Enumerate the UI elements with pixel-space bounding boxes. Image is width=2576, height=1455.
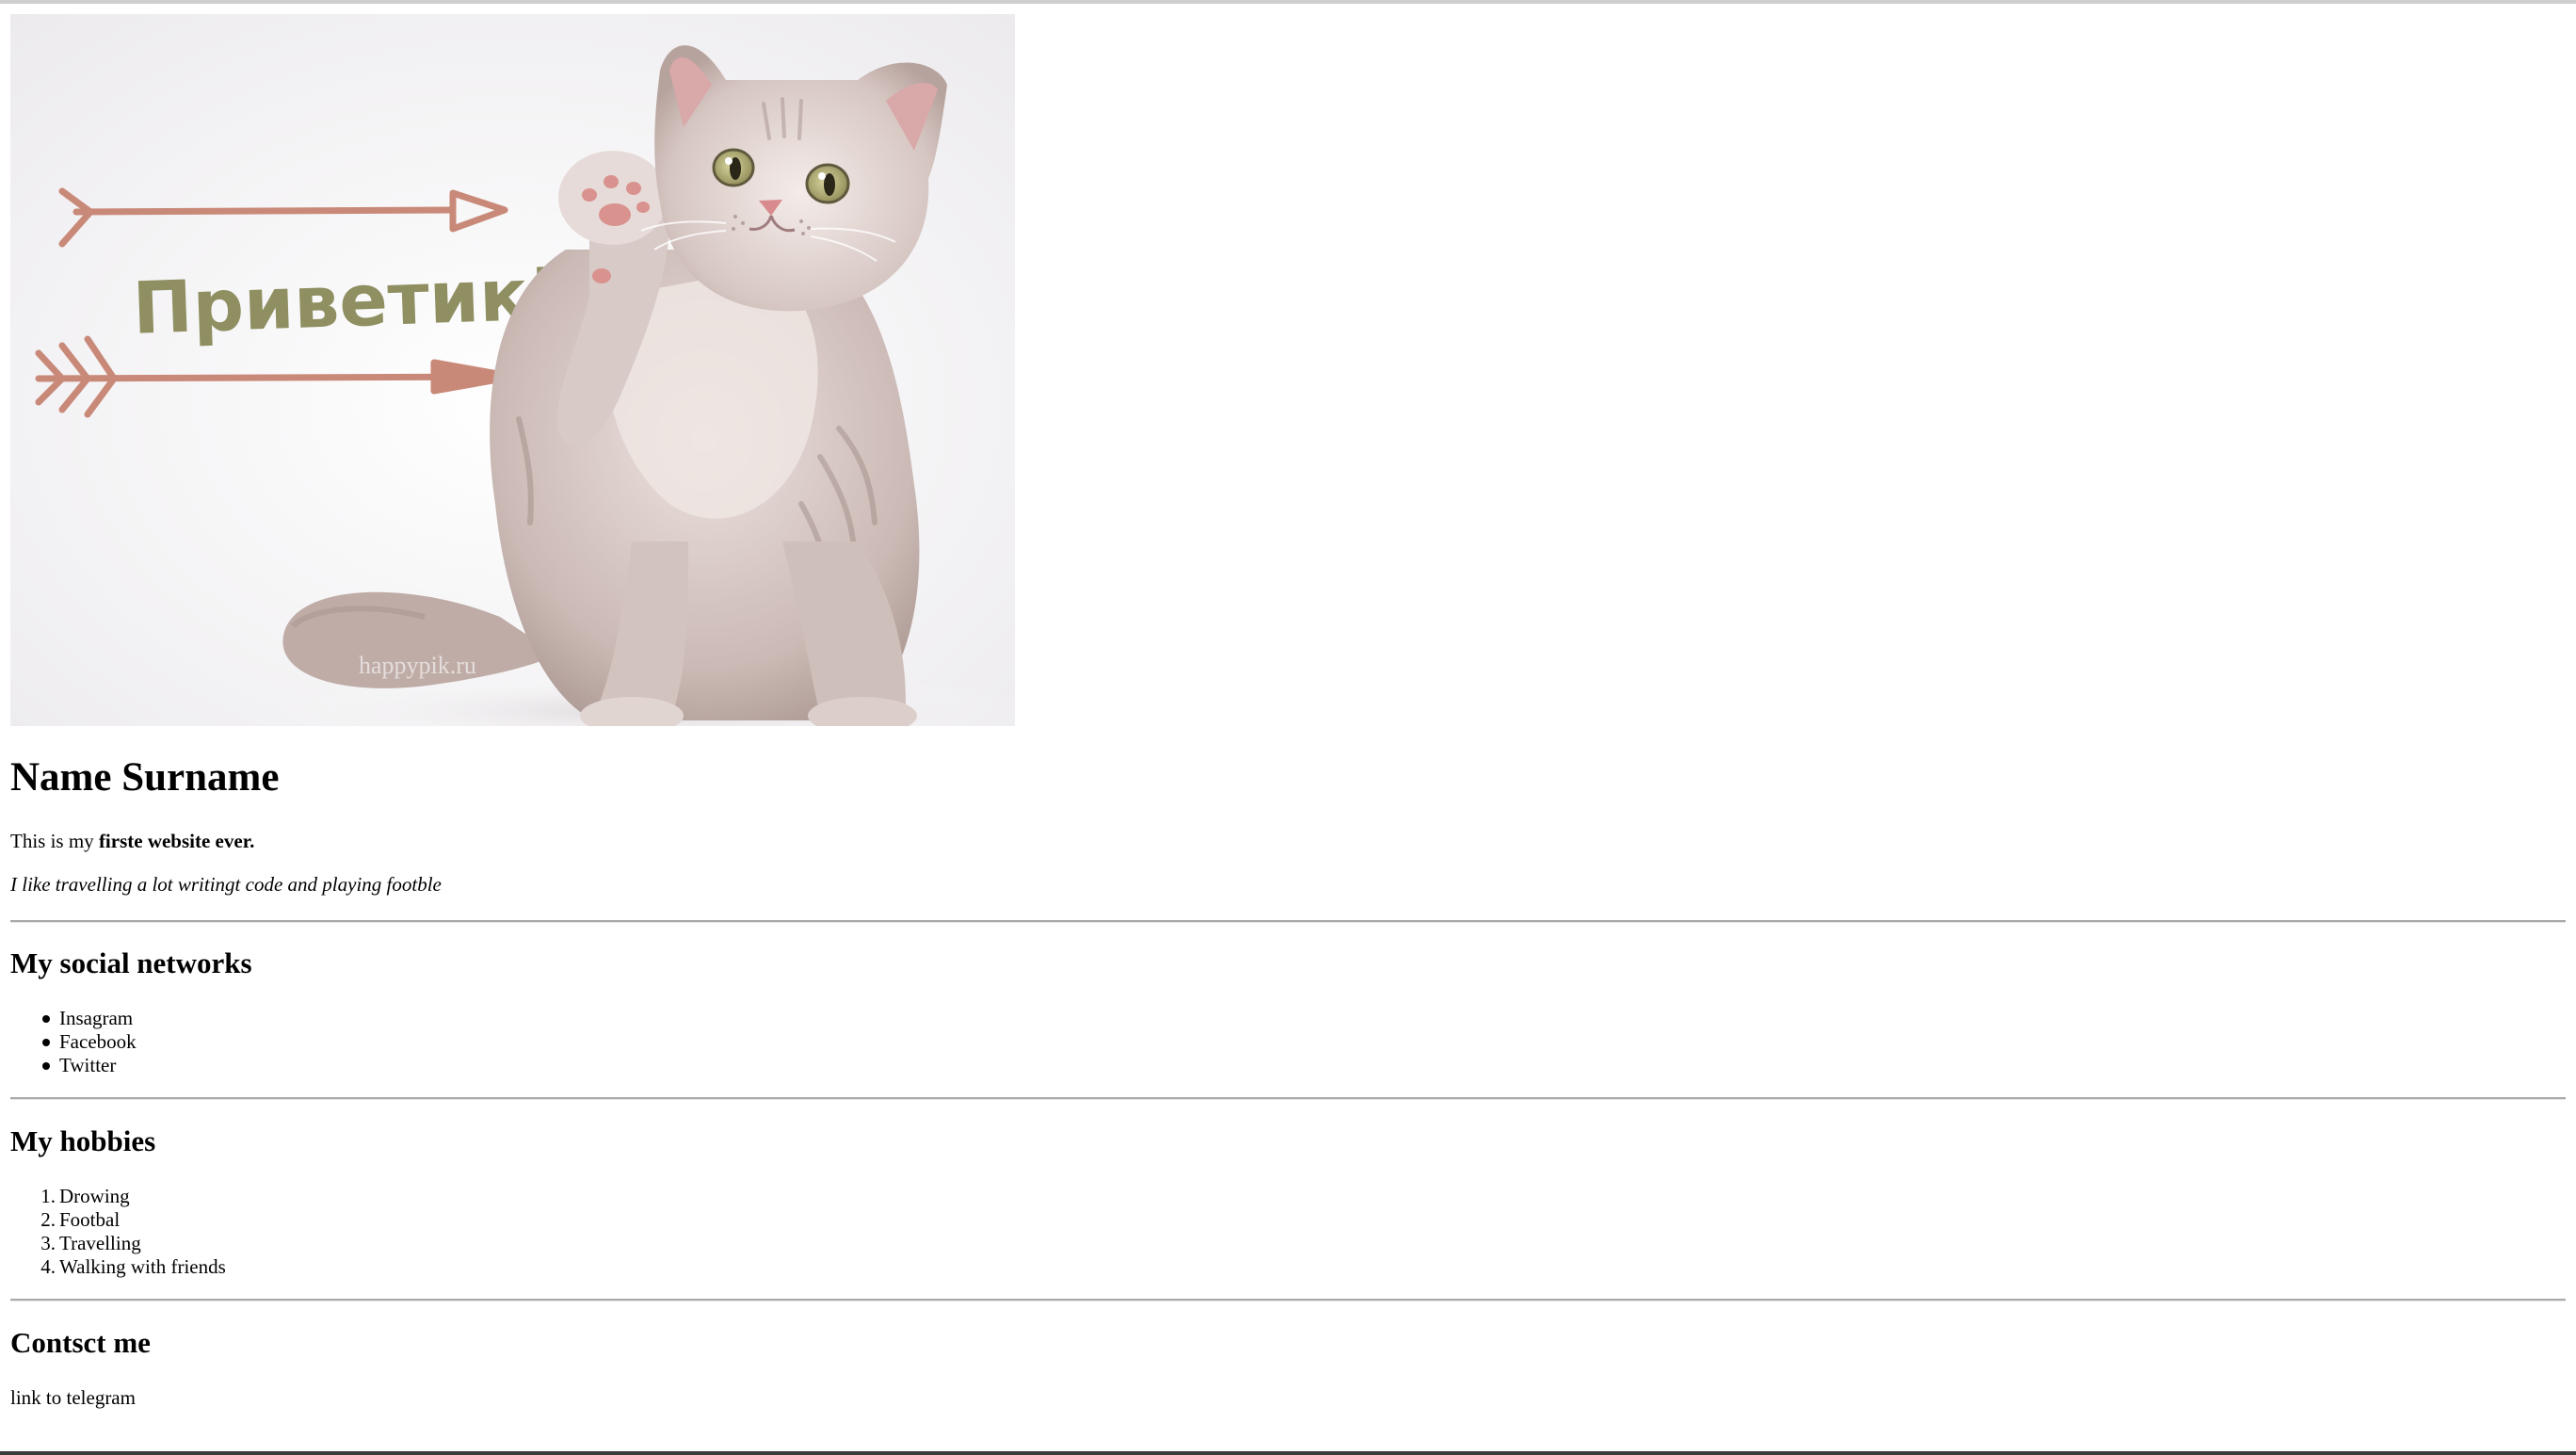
- hobby-item: 4. Walking with friends: [10, 1255, 226, 1279]
- hobby-label: Walking with friends: [59, 1255, 226, 1278]
- social-item-label: Twitter: [59, 1054, 117, 1076]
- hobby-item: 3. Travelling: [10, 1232, 226, 1255]
- telegram-link[interactable]: link to telegram: [10, 1386, 136, 1410]
- social-item-instagram: Insagram: [10, 1007, 137, 1030]
- social-item-twitter: Twitter: [10, 1054, 137, 1077]
- social-item-facebook: Facebook: [10, 1030, 137, 1054]
- hero-greeting: Приветик!: [131, 251, 561, 350]
- hobby-label: Drowing: [59, 1185, 130, 1207]
- hobby-number: 1.: [40, 1185, 56, 1207]
- hobby-item: 1. Drowing: [10, 1185, 226, 1208]
- hobby-number: 4.: [40, 1255, 56, 1278]
- hobby-label: Travelling: [59, 1232, 141, 1254]
- browser-top-edge: [0, 0, 2576, 4]
- bullet-icon: [42, 1039, 50, 1046]
- browser-bottom-edge: [0, 1451, 2576, 1455]
- social-heading: My social networks: [10, 946, 252, 979]
- intro-paragraph: This is my firste website ever.: [10, 830, 254, 853]
- divider-3: [10, 1299, 2566, 1301]
- divider-2: [10, 1097, 2566, 1100]
- hero-image: Приветик! happypik.ru: [10, 14, 1015, 726]
- hobby-label: Footbal: [59, 1208, 121, 1231]
- kitten-picture: Приветик! happypik.ru: [10, 14, 1015, 726]
- name-heading: Name Surname: [10, 755, 280, 800]
- hobby-number: 2.: [40, 1208, 56, 1231]
- hero-watermark: happypik.ru: [359, 652, 476, 679]
- contact-heading: Contsct me: [10, 1326, 151, 1359]
- bullet-icon: [42, 1015, 50, 1023]
- social-item-label: Facebook: [59, 1030, 137, 1053]
- hobbies-heading: My hobbies: [10, 1124, 156, 1157]
- social-item-label: Insagram: [59, 1007, 134, 1029]
- divider-1: [10, 920, 2566, 923]
- social-list: Insagram Facebook Twitter: [10, 1007, 137, 1077]
- bullet-icon: [42, 1062, 50, 1070]
- hobby-item: 2. Footbal: [10, 1208, 226, 1232]
- likes-paragraph: I like travelling a lot writingt code an…: [10, 873, 442, 896]
- intro-strong: firste website ever.: [98, 830, 255, 852]
- hobbies-list: 1. Drowing 2. Footbal 3. Travelling 4. Walki…: [10, 1185, 226, 1279]
- hobby-number: 3.: [40, 1232, 56, 1254]
- intro-prefix: This is my: [10, 830, 99, 852]
